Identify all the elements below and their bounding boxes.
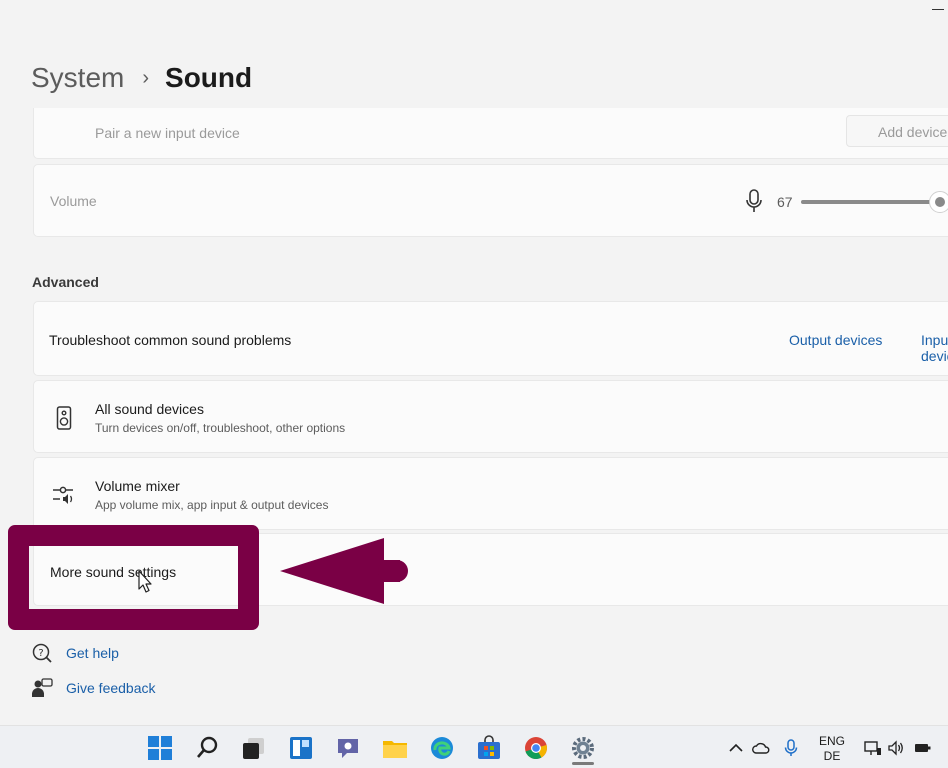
taskbar: ENG DE — [0, 725, 948, 768]
all-sound-devices-row[interactable]: All sound devices Turn devices on/off, t… — [33, 380, 948, 453]
microphone-icon — [746, 189, 762, 212]
input-volume-row: Volume 67 — [33, 164, 948, 237]
battery-icon[interactable] — [914, 739, 932, 757]
chrome-icon[interactable] — [523, 735, 549, 761]
network-icon[interactable] — [864, 739, 882, 757]
widgets-icon[interactable] — [288, 735, 314, 761]
mixer-icon — [53, 486, 73, 504]
teams-chat-icon[interactable] — [335, 735, 361, 761]
task-view-icon[interactable] — [241, 735, 267, 761]
advanced-heading: Advanced — [32, 274, 99, 290]
page-title: Sound — [165, 62, 253, 93]
edge-icon[interactable] — [429, 735, 455, 761]
give-feedback-link[interactable]: Give feedback — [31, 677, 156, 699]
mouse-cursor-icon — [138, 570, 152, 593]
annotation-highlight-box — [8, 525, 259, 630]
windows-start-icon[interactable] — [147, 735, 173, 761]
get-help-link[interactable]: ? Get help — [31, 642, 119, 664]
breadcrumb-system[interactable]: System — [31, 62, 124, 94]
get-help-label[interactable]: Get help — [66, 645, 119, 661]
give-feedback-label[interactable]: Give feedback — [66, 680, 156, 696]
feedback-icon — [32, 678, 53, 697]
volume-icon[interactable] — [887, 739, 905, 757]
onedrive-cloud-icon[interactable] — [752, 739, 770, 757]
volume-label: Volume — [50, 193, 97, 209]
breadcrumb-separator: › — [142, 66, 150, 89]
language-code: ENG — [818, 734, 845, 748]
all-sound-devices-subtitle: Turn devices on/off, troubleshoot, other… — [95, 421, 346, 435]
volume-mixer-title: Volume mixer — [95, 478, 180, 494]
volume-mixer-subtitle: App volume mix, app input & output devic… — [95, 498, 329, 512]
help-icon: ? — [32, 643, 52, 663]
settings-icon[interactable] — [570, 735, 596, 761]
volume-mixer-row[interactable]: Volume mixer App volume mix, app input &… — [33, 457, 948, 530]
troubleshoot-row: Troubleshoot common sound problems Outpu… — [33, 301, 948, 376]
store-icon[interactable] — [476, 735, 502, 761]
svg-text:?: ? — [38, 648, 43, 659]
search-icon[interactable] — [195, 735, 221, 761]
input-devices-link[interactable]: Input devices — [921, 332, 948, 364]
annotation-arrow-icon — [280, 538, 408, 604]
settings-active-indicator — [572, 762, 594, 765]
troubleshoot-label: Troubleshoot common sound problems — [49, 332, 292, 348]
speaker-icon — [56, 406, 72, 430]
breadcrumb: System › Sound — [31, 58, 252, 98]
volume-slider-track[interactable] — [801, 200, 933, 204]
minimize-button[interactable] — [932, 0, 944, 10]
keyboard-layout: DE — [823, 749, 841, 763]
microphone-tray-icon[interactable] — [782, 739, 800, 757]
pair-input-label: Pair a new input device — [95, 125, 240, 141]
language-indicator[interactable]: ENG DE — [812, 734, 852, 764]
volume-value: 67 — [777, 194, 793, 210]
chevron-up-icon[interactable] — [727, 739, 745, 757]
output-devices-link[interactable]: Output devices — [789, 332, 882, 348]
pair-input-device-row: Pair a new input device Add device — [33, 108, 948, 159]
all-sound-devices-title: All sound devices — [95, 401, 204, 417]
add-device-button[interactable]: Add device — [846, 115, 948, 147]
file-explorer-icon[interactable] — [382, 735, 408, 761]
volume-slider-thumb[interactable] — [929, 191, 948, 213]
